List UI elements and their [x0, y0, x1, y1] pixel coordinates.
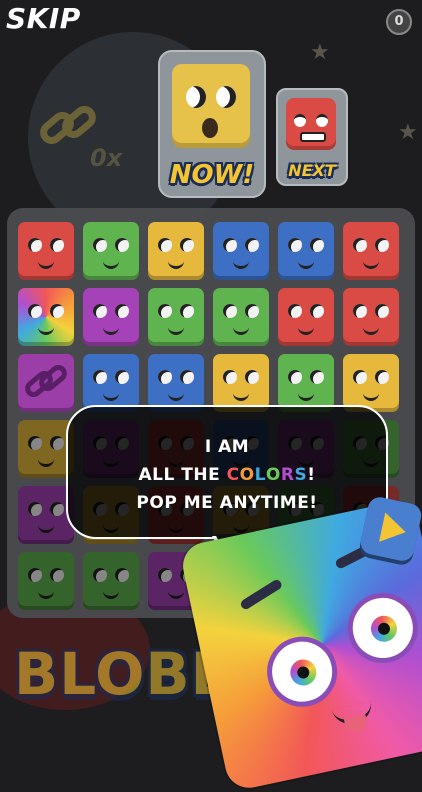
left-eyebrow [239, 578, 284, 611]
chain-icon [25, 365, 67, 397]
blob-tile-yellow[interactable] [343, 354, 399, 412]
blob-tile-blue[interactable] [83, 354, 139, 412]
blob-tile-blue[interactable] [148, 354, 204, 412]
blob-tile-rainbow[interactable] [18, 288, 74, 346]
tutorial-line-2-post: ! [307, 465, 316, 485]
blob-tile-yellow[interactable] [213, 354, 269, 412]
blob-tile-chain[interactable] [18, 354, 74, 412]
colors-letter: L [254, 465, 266, 485]
rainbow-colors-word: COLORS [227, 465, 308, 485]
red-blob-icon [286, 98, 336, 150]
multiplier-text: 0x [90, 144, 123, 172]
colors-letter: C [226, 465, 240, 485]
tutorial-line-3: POP ME ANYTIME! [136, 493, 318, 513]
yellow-blob-icon [172, 64, 250, 148]
colors-letter: R [280, 465, 295, 485]
left-eye-icon [260, 630, 344, 714]
tutorial-line-2: ALL THE COLORS! [68, 465, 386, 485]
skip-button[interactable]: SKIP [6, 2, 81, 35]
tutorial-line-1: I AM [204, 437, 250, 457]
blob-tile-yellow[interactable] [148, 222, 204, 280]
star-icon: ★ [310, 40, 330, 65]
blob-tile-green[interactable] [83, 552, 139, 610]
star-icon: ★ [398, 120, 418, 145]
blob-tile-red[interactable] [343, 288, 399, 346]
blob-tile-red[interactable] [18, 222, 74, 280]
blob-tile-blue[interactable] [278, 222, 334, 280]
next-card: NEXT [276, 88, 348, 186]
blob-tile-green[interactable] [213, 288, 269, 346]
now-label: NOW! [169, 160, 255, 190]
blob-tile-green[interactable] [148, 288, 204, 346]
coin-counter: 0 [386, 9, 412, 35]
play-button[interactable] [358, 495, 422, 563]
top-bar: SKIP 0 [0, 0, 422, 40]
blob-tile-green[interactable] [18, 552, 74, 610]
blob-tile-green[interactable] [83, 222, 139, 280]
blob-tile-blue[interactable] [213, 222, 269, 280]
colors-letter: O [265, 465, 281, 485]
right-eye-icon [341, 586, 422, 670]
now-card: NOW! [158, 50, 266, 198]
blob-tile-purple[interactable] [83, 288, 139, 346]
colors-letter: S [294, 465, 308, 485]
colors-letter: O [239, 465, 255, 485]
tongue-icon [343, 714, 369, 735]
blob-tile-red[interactable] [343, 222, 399, 280]
blob-tile-red[interactable] [278, 288, 334, 346]
blob-tile-green[interactable] [278, 354, 334, 412]
tutorial-line-2-pre: ALL THE [138, 465, 227, 485]
next-label: NEXT [288, 161, 336, 180]
